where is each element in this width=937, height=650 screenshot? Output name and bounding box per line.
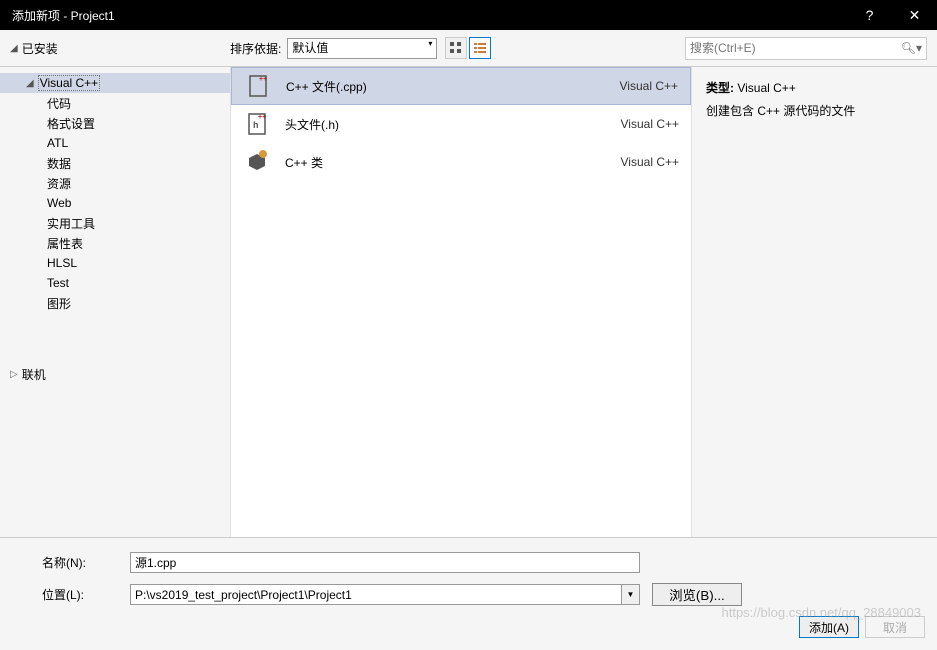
tree-item[interactable]: 数据 — [0, 153, 230, 173]
caret-down-icon: ◢ — [10, 43, 18, 54]
type-value: Visual C++ — [737, 81, 795, 95]
search-input[interactable] — [690, 41, 901, 55]
template-lang: Visual C++ — [620, 79, 678, 93]
close-button[interactable]: ✕ — [892, 0, 937, 30]
grid-view-button[interactable] — [445, 37, 467, 59]
template-list: ++ C++ 文件(.cpp) Visual C++ h++ 头文件(.h) V… — [230, 67, 692, 537]
header-file-icon: h++ — [243, 110, 271, 138]
name-input[interactable] — [130, 552, 640, 573]
titlebar: 添加新项 - Project1 ? ✕ — [0, 0, 937, 30]
tree-item[interactable]: 格式设置 — [0, 113, 230, 133]
cancel-button[interactable]: 取消 — [865, 616, 925, 638]
template-label: 头文件(.h) — [285, 116, 607, 133]
class-icon — [243, 148, 271, 176]
list-view-button[interactable] — [469, 37, 491, 59]
svg-text:++: ++ — [259, 76, 267, 83]
installed-section-header[interactable]: ◢ 已安装 — [10, 40, 58, 57]
svg-text:h: h — [253, 120, 259, 130]
template-item-header-file[interactable]: h++ 头文件(.h) Visual C++ — [231, 105, 691, 143]
help-button[interactable]: ? — [847, 0, 892, 30]
footer: 名称(N): 位置(L): P:\vs2019_test_project\Pro… — [0, 537, 937, 650]
template-item-cpp-class[interactable]: C++ 类 Visual C++ — [231, 143, 691, 181]
template-label: C++ 文件(.cpp) — [286, 78, 606, 95]
search-icon: 🔍︎▾ — [901, 41, 922, 55]
location-combo[interactable]: P:\vs2019_test_project\Project1\Project1… — [130, 584, 640, 605]
tree-item[interactable]: Web — [0, 193, 230, 213]
tree-item[interactable]: 资源 — [0, 173, 230, 193]
online-section-header[interactable]: ▷ 联机 — [0, 363, 230, 385]
sort-label: 排序依据: — [230, 40, 281, 57]
type-description: 创建包含 C++ 源代码的文件 — [706, 102, 923, 119]
cpp-file-icon: ++ — [244, 72, 272, 100]
type-label: 类型: — [706, 81, 734, 95]
sort-dropdown[interactable]: 默认值 ▾ — [287, 38, 437, 59]
tree-item[interactable]: 代码 — [0, 93, 230, 113]
tree-item[interactable]: 图形 — [0, 293, 230, 313]
tree-item-visual-cpp[interactable]: ◢ Visual C++ — [0, 73, 230, 93]
template-lang: Visual C++ — [621, 155, 679, 169]
tree-item[interactable]: Test — [0, 273, 230, 293]
template-lang: Visual C++ — [621, 117, 679, 131]
tree-item[interactable]: ATL — [0, 133, 230, 153]
name-label: 名称(N): — [12, 554, 130, 571]
template-label: C++ 类 — [285, 154, 607, 171]
toolbar: ◢ 已安装 排序依据: 默认值 ▾ 🔍︎▾ — [0, 30, 937, 67]
window-title: 添加新项 - Project1 — [12, 7, 115, 24]
tree-item[interactable]: HLSL — [0, 253, 230, 273]
tree-item[interactable]: 实用工具 — [0, 213, 230, 233]
details-panel: 类型: Visual C++ 创建包含 C++ 源代码的文件 — [692, 67, 937, 537]
location-dropdown-button[interactable]: ▼ — [621, 585, 639, 604]
caret-down-icon: ◢ — [26, 78, 34, 89]
location-label: 位置(L): — [12, 586, 130, 603]
tree-item[interactable]: 属性表 — [0, 233, 230, 253]
search-box[interactable]: 🔍︎▾ — [685, 37, 927, 60]
caret-right-icon: ▷ — [10, 369, 18, 380]
svg-text:++: ++ — [258, 114, 266, 121]
template-item-cpp-file[interactable]: ++ C++ 文件(.cpp) Visual C++ — [231, 67, 691, 105]
browse-button[interactable]: 浏览(B)... — [652, 583, 742, 606]
category-tree: ◢ Visual C++ 代码 格式设置 ATL 数据 资源 Web 实用工具 … — [0, 67, 230, 537]
add-button[interactable]: 添加(A) — [799, 616, 859, 638]
